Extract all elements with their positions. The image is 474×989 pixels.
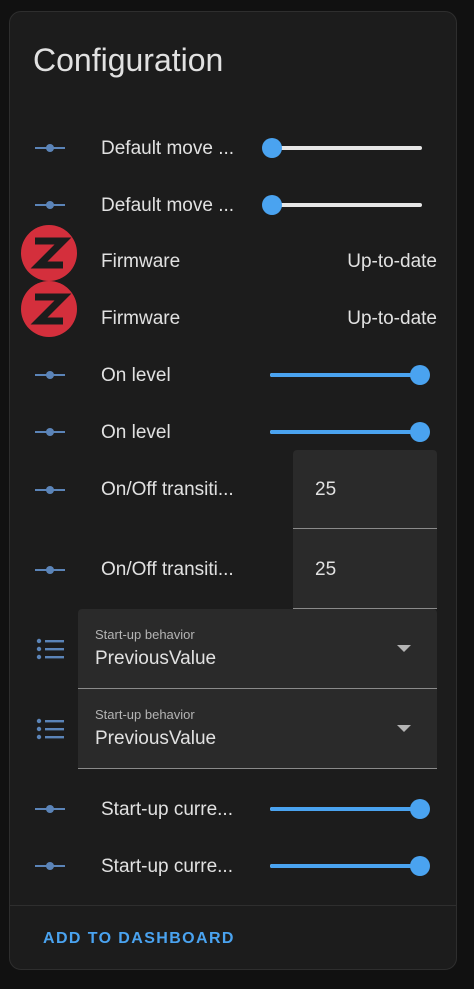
- select-field-label: Start-up behavior: [95, 707, 195, 722]
- row-label: Default move ...: [101, 195, 235, 216]
- transition-number-input[interactable]: 25: [293, 450, 437, 529]
- row-on-level-1[interactable]: On level: [10, 352, 458, 398]
- row-startup-behavior-2[interactable]: Start-up behavior PreviousValue: [10, 689, 458, 769]
- default-move-slider[interactable]: [262, 194, 422, 216]
- on-level-slider[interactable]: [270, 421, 430, 443]
- startup-behavior-select[interactable]: Start-up behavior PreviousValue: [78, 689, 437, 769]
- startup-current-slider[interactable]: [270, 798, 430, 820]
- on-level-slider[interactable]: [270, 364, 430, 386]
- list-icon: [34, 633, 66, 665]
- select-field-label: Start-up behavior: [95, 627, 195, 642]
- slider-thumb[interactable]: [410, 422, 430, 442]
- slider-icon: [34, 132, 66, 164]
- row-default-move-2[interactable]: Default move ...: [10, 182, 458, 228]
- default-move-slider[interactable]: [262, 137, 422, 159]
- add-to-dashboard-button[interactable]: ADD TO DASHBOARD: [43, 930, 235, 948]
- number-value: 25: [315, 559, 337, 580]
- firmware-status: Up-to-date: [347, 251, 437, 272]
- zigbee-logo-icon: [21, 225, 77, 281]
- slider-thumb[interactable]: [410, 365, 430, 385]
- startup-current-slider[interactable]: [270, 855, 430, 877]
- dropdown-arrow-icon[interactable]: [397, 645, 411, 652]
- number-value: 25: [315, 479, 337, 500]
- slider-thumb[interactable]: [262, 195, 282, 215]
- slider-thumb[interactable]: [262, 138, 282, 158]
- slider-icon: [34, 850, 66, 882]
- row-startup-current-1[interactable]: Start-up curre...: [10, 786, 458, 832]
- select-value: PreviousValue: [95, 728, 217, 749]
- row-label: On/Off transiti...: [101, 559, 234, 580]
- row-label: Firmware: [101, 251, 181, 272]
- row-label: Start-up curre...: [101, 799, 233, 820]
- row-startup-current-2[interactable]: Start-up curre...: [10, 843, 458, 889]
- row-label: On/Off transiti...: [101, 479, 234, 500]
- slider-icon: [34, 474, 66, 506]
- row-label: On level: [101, 365, 171, 386]
- row-label: Firmware: [101, 308, 181, 329]
- firmware-status: Up-to-date: [347, 308, 437, 329]
- slider-icon: [34, 189, 66, 221]
- row-label: Default move ...: [101, 138, 235, 159]
- row-onoff-transition-1[interactable]: On/Off transiti... 25: [10, 450, 458, 529]
- row-onoff-transition-2[interactable]: On/Off transiti... 25: [10, 529, 458, 609]
- slider-thumb[interactable]: [410, 856, 430, 876]
- transition-number-input[interactable]: 25: [293, 529, 437, 609]
- card-title: Configuration: [33, 42, 224, 78]
- zigbee-logo-icon: [21, 281, 77, 337]
- slider-thumb[interactable]: [410, 799, 430, 819]
- row-default-move-1[interactable]: Default move ...: [10, 125, 458, 171]
- select-value: PreviousValue: [95, 648, 217, 669]
- row-firmware-2[interactable]: Firmware Up-to-date: [10, 280, 458, 338]
- slider-icon: [34, 416, 66, 448]
- startup-behavior-select[interactable]: Start-up behavior PreviousValue: [78, 609, 437, 689]
- dropdown-arrow-icon[interactable]: [397, 725, 411, 732]
- row-firmware-1[interactable]: Firmware Up-to-date: [10, 224, 458, 282]
- row-on-level-2[interactable]: On level: [10, 409, 458, 455]
- configuration-card: Configuration Default move ... Default m…: [9, 11, 457, 970]
- footer-divider: [10, 905, 456, 906]
- list-icon: [34, 713, 66, 745]
- row-label: On level: [101, 422, 171, 443]
- row-label: Start-up curre...: [101, 856, 233, 877]
- slider-icon: [34, 359, 66, 391]
- row-startup-behavior-1[interactable]: Start-up behavior PreviousValue: [10, 609, 458, 689]
- slider-icon: [34, 554, 66, 586]
- slider-icon: [34, 793, 66, 825]
